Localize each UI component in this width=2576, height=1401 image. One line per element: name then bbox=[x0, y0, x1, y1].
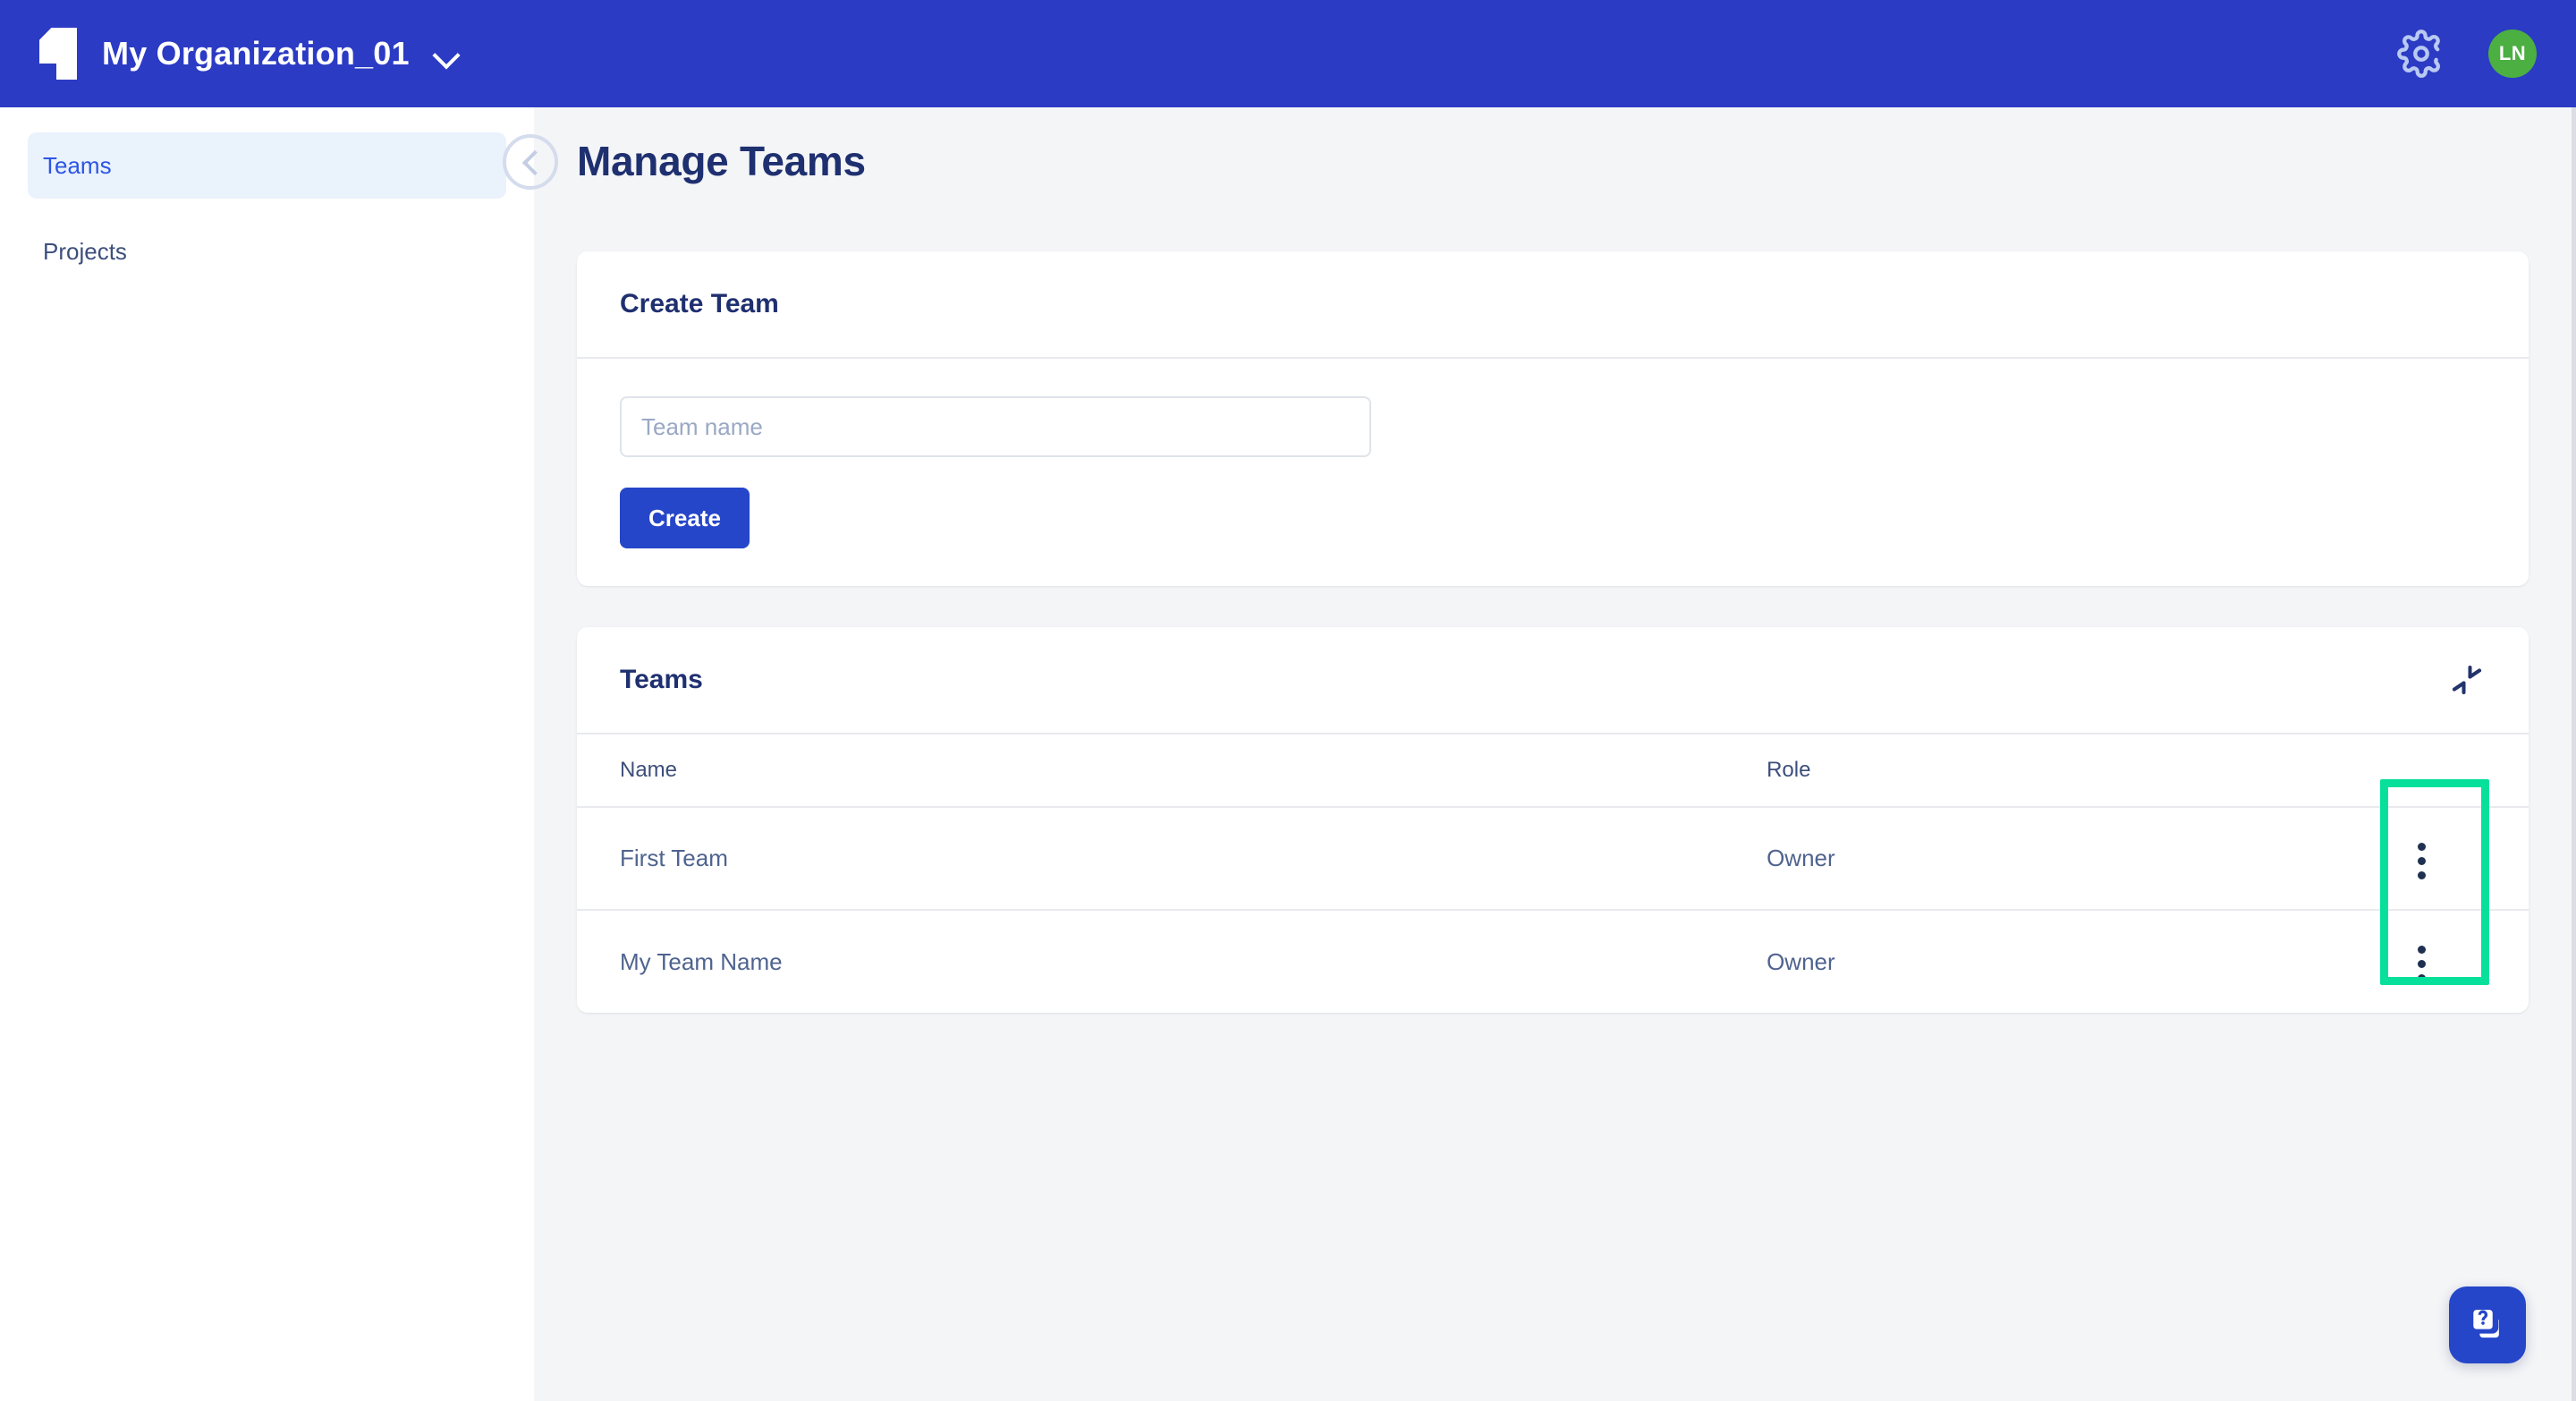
teams-table-head: Name Role bbox=[577, 734, 2529, 807]
collapse-arrows-icon[interactable] bbox=[2448, 661, 2486, 699]
sidebar-item-label: Projects bbox=[43, 238, 127, 266]
sidebar: Teams Projects bbox=[0, 107, 534, 1401]
organization-name: My Organization_01 bbox=[102, 35, 410, 72]
gear-icon[interactable] bbox=[2397, 30, 2445, 78]
teams-table-body: First Team Owner My Team Name Owner bbox=[577, 807, 2529, 1013]
create-team-card-body: Create bbox=[577, 359, 2529, 548]
table-row[interactable]: My Team Name Owner bbox=[577, 910, 2529, 1013]
kebab-menu-icon[interactable] bbox=[2402, 834, 2442, 888]
page-title: Manage Teams bbox=[534, 107, 2572, 215]
brand-area: My Organization_01 bbox=[0, 0, 460, 107]
sidebar-collapse-button[interactable] bbox=[503, 134, 558, 190]
main-content: Manage Teams Create Team Create Teams bbox=[534, 107, 2572, 1401]
create-team-card-header: Create Team bbox=[577, 251, 2529, 359]
create-team-card: Create Team Create bbox=[577, 251, 2529, 586]
help-button[interactable] bbox=[2449, 1286, 2526, 1363]
team-role-cell: Owner bbox=[1767, 807, 2315, 910]
top-bar-actions: LN bbox=[2397, 30, 2576, 78]
create-team-title: Create Team bbox=[620, 289, 779, 319]
teams-card-header: Teams bbox=[577, 627, 2529, 734]
scrollbar-track[interactable] bbox=[2572, 107, 2576, 1401]
teams-table: Name Role First Team Owner My Team Name … bbox=[577, 734, 2529, 1013]
team-role-cell: Owner bbox=[1767, 910, 2315, 1013]
team-actions-cell bbox=[2316, 910, 2529, 1013]
column-header-actions bbox=[2316, 734, 2529, 807]
top-navigation-bar: My Organization_01 LN bbox=[0, 0, 2576, 107]
sidebar-item-teams[interactable]: Teams bbox=[28, 132, 506, 199]
teams-card: Teams Name Role First Te bbox=[577, 627, 2529, 1013]
chevron-down-icon[interactable] bbox=[433, 40, 460, 67]
team-name-cell: My Team Name bbox=[577, 910, 1767, 1013]
table-header-row: Name Role bbox=[577, 734, 2529, 807]
team-actions-cell bbox=[2316, 807, 2529, 910]
column-header-role: Role bbox=[1767, 734, 2315, 807]
teams-title: Teams bbox=[620, 665, 703, 695]
sidebar-item-projects[interactable]: Projects bbox=[28, 218, 506, 284]
create-button[interactable]: Create bbox=[620, 488, 750, 548]
avatar[interactable]: LN bbox=[2488, 30, 2537, 78]
sidebar-item-label: Teams bbox=[43, 152, 112, 180]
team-name-input[interactable] bbox=[620, 396, 1371, 457]
column-header-name: Name bbox=[577, 734, 1767, 807]
table-row[interactable]: First Team Owner bbox=[577, 807, 2529, 910]
label-studio-logo-icon bbox=[39, 28, 77, 80]
team-name-cell: First Team bbox=[577, 807, 1767, 910]
kebab-menu-icon[interactable] bbox=[2402, 937, 2442, 991]
